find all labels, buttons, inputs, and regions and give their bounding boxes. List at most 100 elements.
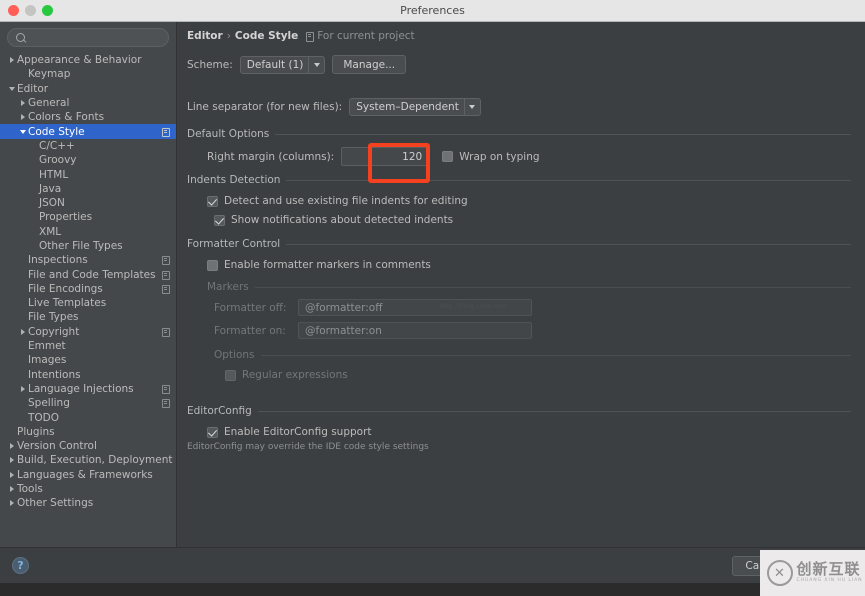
chevron-right-icon[interactable] (17, 100, 28, 107)
sidebar-item-file-types[interactable]: File Types (0, 310, 176, 324)
sidebar-item-java[interactable]: Java (0, 182, 176, 196)
chevron-down-icon (309, 62, 324, 67)
manage-button[interactable]: Manage... (332, 55, 407, 74)
chevron-right-icon[interactable] (6, 471, 17, 478)
chevron-right-icon[interactable] (6, 500, 17, 507)
divider (275, 133, 851, 135)
regular-expressions-label: Regular expressions (242, 369, 348, 381)
window-title: Preferences (400, 4, 465, 17)
sidebar-item-label: Other File Types (39, 240, 123, 252)
sidebar-item-tools[interactable]: Tools (0, 482, 176, 496)
chevron-right-icon[interactable] (6, 457, 17, 464)
sidebar-item-copyright[interactable]: Copyright (0, 325, 176, 339)
sidebar-item-keymap[interactable]: Keymap (0, 67, 176, 81)
sidebar-item-label: Editor (17, 82, 49, 95)
sidebar-item-label: Tools (17, 483, 43, 496)
breadcrumb-separator: › (226, 30, 231, 42)
sidebar-item-label: Emmet (28, 340, 66, 353)
inline-watermark-text: http://blog.csdn.net/ (439, 303, 507, 310)
enable-formatter-markers-checkbox[interactable]: Enable formatter markers in comments (187, 257, 851, 273)
watermark-en-text: CHUANG XIN HU LIAN (796, 578, 863, 584)
sidebar-item-appearance-behavior[interactable]: Appearance & Behavior (0, 53, 176, 67)
search-box[interactable] (7, 28, 169, 47)
formatter-on-value: @formatter:on (305, 324, 382, 337)
search-input[interactable] (31, 32, 160, 43)
sidebar-item-images[interactable]: Images (0, 353, 176, 367)
formatter-off-input[interactable]: @formatter:off http://blog.csdn.net/ (298, 299, 532, 316)
indents-detection-title: Indents Detection (187, 174, 851, 186)
divider (254, 286, 851, 288)
checkbox-box (207, 195, 218, 207)
right-margin-spinner[interactable]: 120 (341, 147, 430, 166)
sidebar-item-xml[interactable]: XML (0, 225, 176, 239)
chevron-right-icon[interactable] (17, 385, 28, 392)
sidebar-item-version-control[interactable]: Version Control (0, 439, 176, 453)
default-options-title: Default Options (187, 128, 851, 140)
detect-indents-checkbox[interactable]: Detect and use existing file indents for… (187, 193, 851, 209)
chevron-down-icon[interactable] (6, 86, 17, 91)
sidebar-item-file-and-code-templates[interactable]: File and Code Templates (0, 267, 176, 281)
sidebar-item-other-file-types[interactable]: Other File Types (0, 239, 176, 253)
checkbox-box (207, 426, 218, 438)
sidebar-item-editor[interactable]: Editor (0, 82, 176, 96)
sidebar-item-general[interactable]: General (0, 96, 176, 110)
sidebar-item-emmet[interactable]: Emmet (0, 339, 176, 353)
chevron-right-icon[interactable] (17, 328, 28, 335)
sidebar-item-label: General (28, 97, 70, 110)
chevron-down-icon[interactable] (17, 129, 28, 134)
chevron-right-icon[interactable] (6, 443, 17, 450)
right-margin-value: 120 (402, 150, 423, 163)
sidebar-item-language-injections[interactable]: Language Injections (0, 382, 176, 396)
project-scope-icon (161, 384, 170, 394)
sidebar-item-label: Properties (39, 211, 93, 224)
line-separator-row: Line separator (for new files): System–D… (187, 98, 851, 116)
settings-tree: Appearance & Behavior Keymap Editor General… (0, 51, 176, 547)
divider (286, 179, 851, 181)
sidebar-item-label: File Types (28, 311, 79, 324)
sidebar-item-label: Live Templates (28, 297, 107, 310)
chevron-right-icon[interactable] (6, 486, 17, 493)
breadcrumb: Editor › Code Style For current project (187, 30, 851, 42)
sidebar-item-groovy[interactable]: Groovy (0, 153, 176, 167)
scheme-value: Default (1) (246, 58, 304, 71)
sidebar-item-intentions[interactable]: Intentions (0, 368, 176, 382)
scheme-dropdown[interactable]: Default (1) (239, 55, 326, 74)
site-watermark: ✕ 创新互联 CHUANG XIN HU LIAN (760, 550, 865, 596)
watermark-cn-text: 创新互联 (796, 559, 861, 578)
project-scope-icon (161, 327, 170, 337)
formatter-control-group: Formatter Control Enable formatter marke… (187, 238, 851, 383)
breadcrumb-scope: For current project (306, 30, 415, 42)
sidebar-item-file-encodings[interactable]: File Encodings (0, 282, 176, 296)
sidebar-item-todo[interactable]: TODO (0, 410, 176, 424)
help-button[interactable]: ? (12, 557, 29, 574)
breadcrumb-root[interactable]: Editor (187, 30, 223, 42)
regular-expressions-checkbox[interactable]: Regular expressions (187, 367, 851, 383)
project-icon (306, 31, 315, 42)
project-scope-icon (161, 127, 170, 137)
sidebar-item-label: Spelling (28, 397, 70, 410)
sidebar-item-live-templates[interactable]: Live Templates (0, 296, 176, 310)
formatter-on-input[interactable]: @formatter:on (298, 322, 532, 339)
sidebar-item-c-c[interactable]: C/C++ (0, 139, 176, 153)
sidebar-item-label: JSON (39, 197, 65, 210)
sidebar-item-code-style[interactable]: Code Style (0, 124, 176, 139)
sidebar-item-inspections[interactable]: Inspections (0, 253, 176, 267)
sidebar-item-languages-frameworks[interactable]: Languages & Frameworks (0, 468, 176, 482)
sidebar-item-colors-fonts[interactable]: Colors & Fonts (0, 110, 176, 124)
wrap-on-typing-checkbox[interactable]: Wrap on typing (442, 149, 540, 165)
chevron-right-icon[interactable] (6, 57, 17, 64)
sidebar-item-json[interactable]: JSON (0, 196, 176, 210)
show-notifications-checkbox[interactable]: Show notifications about detected indent… (187, 212, 851, 228)
sidebar-item-build-execution-deployment[interactable]: Build, Execution, Deployment (0, 453, 176, 467)
line-separator-dropdown[interactable]: System–Dependent (349, 98, 481, 116)
enable-editorconfig-label: Enable EditorConfig support (224, 426, 372, 438)
sidebar-item-properties[interactable]: Properties (0, 210, 176, 224)
sidebar-search-wrap (0, 22, 176, 51)
right-margin-label: Right margin (columns): (207, 150, 335, 163)
chevron-right-icon[interactable] (17, 114, 28, 121)
enable-editorconfig-checkbox[interactable]: Enable EditorConfig support (187, 424, 851, 440)
sidebar-item-plugins[interactable]: Plugins (0, 425, 176, 439)
sidebar-item-spelling[interactable]: Spelling (0, 396, 176, 410)
sidebar-item-html[interactable]: HTML (0, 167, 176, 181)
sidebar-item-other-settings[interactable]: Other Settings (0, 496, 176, 510)
